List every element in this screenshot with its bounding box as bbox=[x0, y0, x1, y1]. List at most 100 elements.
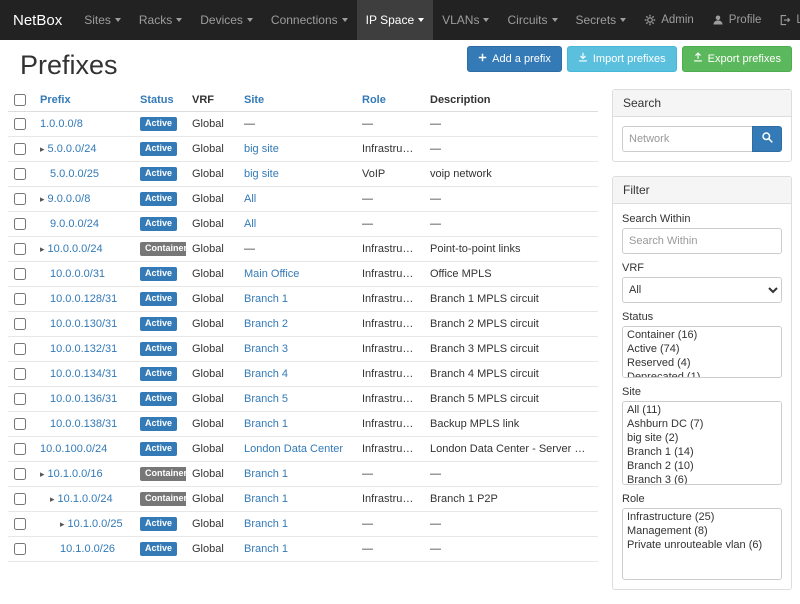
column-header-site[interactable]: Site bbox=[244, 94, 264, 106]
row-checkbox[interactable] bbox=[14, 493, 26, 505]
filter-option[interactable]: big site (2) bbox=[624, 431, 780, 445]
prefix-link[interactable]: 10.0.0.134/31 bbox=[50, 368, 117, 380]
row-checkbox[interactable] bbox=[14, 243, 26, 255]
site-link[interactable]: Branch 3 bbox=[244, 343, 288, 355]
filter-option[interactable]: All (11) bbox=[624, 403, 780, 417]
row-checkbox[interactable] bbox=[14, 468, 26, 480]
logout-link[interactable]: Log out bbox=[770, 0, 800, 40]
site-link[interactable]: big site bbox=[244, 168, 279, 180]
expand-caret-icon: ▸ bbox=[40, 244, 45, 254]
admin-link[interactable]: Admin bbox=[635, 0, 703, 40]
site-link[interactable]: All bbox=[244, 193, 256, 205]
prefix-link[interactable]: 10.0.0.130/31 bbox=[50, 318, 117, 330]
filter-option[interactable]: Deprecated (1) bbox=[624, 370, 780, 378]
site-link[interactable]: London Data Center bbox=[244, 443, 343, 455]
site-link[interactable]: Branch 2 bbox=[244, 318, 288, 330]
row-checkbox[interactable] bbox=[14, 368, 26, 380]
row-checkbox[interactable] bbox=[14, 193, 26, 205]
prefix-link[interactable]: 10.0.0.136/31 bbox=[50, 393, 117, 405]
prefix-link[interactable]: 10.0.0.128/31 bbox=[50, 293, 117, 305]
prefix-link[interactable]: 5.0.0.0/25 bbox=[50, 168, 99, 180]
row-checkbox[interactable] bbox=[14, 418, 26, 430]
nav-item-connections[interactable]: Connections bbox=[262, 0, 357, 40]
prefix-link[interactable]: 10.0.0.132/31 bbox=[50, 343, 117, 355]
row-checkbox[interactable] bbox=[14, 143, 26, 155]
row-checkbox[interactable] bbox=[14, 393, 26, 405]
site-link[interactable]: Branch 1 bbox=[244, 493, 288, 505]
nav-item-devices[interactable]: Devices bbox=[191, 0, 262, 40]
role-cell: Infrastructure bbox=[356, 312, 424, 337]
filter-option[interactable]: Management (8) bbox=[624, 524, 780, 538]
filter-option[interactable]: Branch 1 (14) bbox=[624, 445, 780, 459]
prefix-link[interactable]: 9.0.0.0/8 bbox=[48, 193, 91, 205]
prefix-link[interactable]: 10.1.0.0/24 bbox=[58, 493, 113, 505]
filter-option[interactable]: Container (16) bbox=[624, 328, 780, 342]
search-within-input[interactable] bbox=[622, 228, 782, 254]
filter-option[interactable]: Ashburn DC (7) bbox=[624, 417, 780, 431]
filter-option[interactable]: Branch 2 (10) bbox=[624, 459, 780, 473]
row-checkbox[interactable] bbox=[14, 268, 26, 280]
site-link[interactable]: Branch 1 bbox=[244, 543, 288, 555]
content-area: Prefix Status VRF Site Role Description … bbox=[0, 89, 800, 604]
site-link[interactable]: Branch 1 bbox=[244, 418, 288, 430]
prefix-link[interactable]: 10.1.0.0/16 bbox=[48, 468, 103, 480]
row-checkbox[interactable] bbox=[14, 318, 26, 330]
nav-item-ip-space[interactable]: IP Space bbox=[357, 0, 433, 40]
status-badge: Container bbox=[140, 492, 186, 506]
column-header-role[interactable]: Role bbox=[362, 94, 386, 106]
column-header-prefix[interactable]: Prefix bbox=[40, 94, 71, 106]
row-checkbox[interactable] bbox=[14, 518, 26, 530]
filter-option[interactable]: Branch 3 (6) bbox=[624, 473, 780, 485]
filter-option[interactable]: Reserved (4) bbox=[624, 356, 780, 370]
role-filter-select[interactable]: Infrastructure (25)Management (8)Private… bbox=[622, 508, 782, 580]
prefix-link[interactable]: 10.0.0.0/24 bbox=[48, 243, 103, 255]
nav-item-vlans[interactable]: VLANs bbox=[433, 0, 498, 40]
site-link[interactable]: Main Office bbox=[244, 268, 299, 280]
column-header-status[interactable]: Status bbox=[140, 94, 174, 106]
prefix-link[interactable]: 9.0.0.0/24 bbox=[50, 218, 99, 230]
prefix-link[interactable]: 10.0.0.138/31 bbox=[50, 418, 117, 430]
site-cell: Branch 2 bbox=[238, 312, 356, 337]
import-prefixes-button[interactable]: Import prefixes bbox=[567, 46, 677, 72]
row-checkbox[interactable] bbox=[14, 443, 26, 455]
site-link[interactable]: big site bbox=[244, 143, 279, 155]
site-link[interactable]: All bbox=[244, 218, 256, 230]
nav-item-secrets[interactable]: Secrets bbox=[567, 0, 636, 40]
navbar-brand[interactable]: NetBox bbox=[0, 0, 75, 40]
vrf-select[interactable]: All bbox=[622, 277, 782, 303]
site-link[interactable]: Branch 4 bbox=[244, 368, 288, 380]
prefix-link[interactable]: 10.1.0.0/25 bbox=[68, 518, 123, 530]
search-button[interactable] bbox=[752, 126, 782, 152]
nav-item-sites[interactable]: Sites bbox=[75, 0, 130, 40]
prefix-link[interactable]: 10.0.0.0/31 bbox=[50, 268, 105, 280]
role-cell: Infrastructure bbox=[356, 387, 424, 412]
log-out-icon bbox=[779, 14, 791, 26]
add-prefix-button[interactable]: Add a prefix bbox=[467, 46, 562, 72]
row-checkbox[interactable] bbox=[14, 543, 26, 555]
prefix-link[interactable]: 10.0.100.0/24 bbox=[40, 443, 107, 455]
filter-option[interactable]: Private unrouteable vlan (6) bbox=[624, 538, 780, 552]
description-cell: Branch 3 MPLS circuit bbox=[424, 337, 598, 362]
status-filter-select[interactable]: Container (16)Active (74)Reserved (4)Dep… bbox=[622, 326, 782, 378]
prefix-link[interactable]: 10.1.0.0/26 bbox=[60, 543, 115, 555]
site-filter-select[interactable]: All (11)Ashburn DC (7)big site (2)Branch… bbox=[622, 401, 782, 485]
search-input[interactable] bbox=[622, 126, 752, 152]
profile-link[interactable]: Profile bbox=[703, 0, 771, 40]
site-link[interactable]: Branch 1 bbox=[244, 293, 288, 305]
site-link[interactable]: Branch 5 bbox=[244, 393, 288, 405]
prefix-link[interactable]: 1.0.0.0/8 bbox=[40, 118, 83, 130]
prefix-link[interactable]: 5.0.0.0/24 bbox=[48, 143, 97, 155]
nav-item-racks[interactable]: Racks bbox=[130, 0, 191, 40]
row-checkbox[interactable] bbox=[14, 118, 26, 130]
site-link[interactable]: Branch 1 bbox=[244, 518, 288, 530]
row-checkbox[interactable] bbox=[14, 168, 26, 180]
filter-option[interactable]: Active (74) bbox=[624, 342, 780, 356]
export-prefixes-button[interactable]: Export prefixes bbox=[682, 46, 792, 72]
nav-item-circuits[interactable]: Circuits bbox=[498, 0, 566, 40]
site-link[interactable]: Branch 1 bbox=[244, 468, 288, 480]
filter-option[interactable]: Infrastructure (25) bbox=[624, 510, 780, 524]
select-all-checkbox[interactable] bbox=[14, 94, 26, 106]
row-checkbox[interactable] bbox=[14, 293, 26, 305]
row-checkbox[interactable] bbox=[14, 343, 26, 355]
row-checkbox[interactable] bbox=[14, 218, 26, 230]
